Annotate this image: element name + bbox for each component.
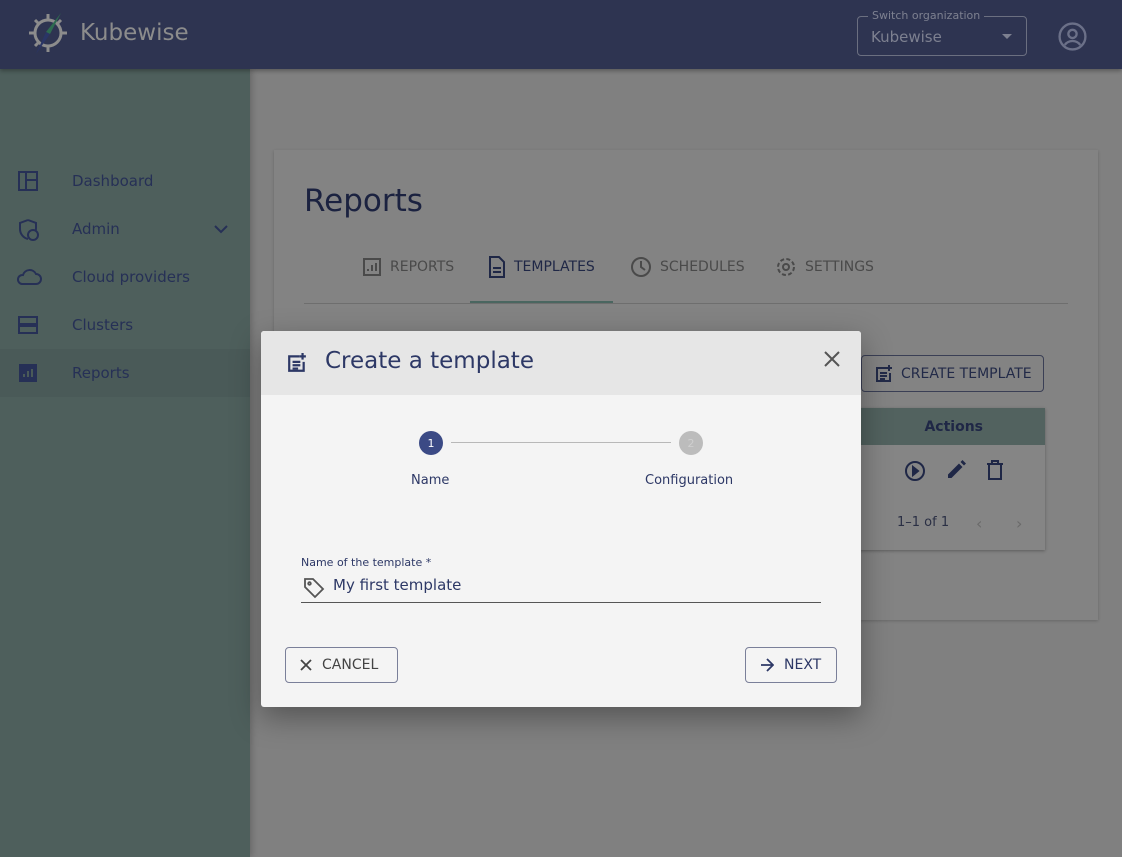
sidebar-item-clusters[interactable]: Clusters <box>0 301 250 349</box>
step-2-label: Configuration <box>645 473 734 488</box>
tab-settings[interactable]: SETTINGS <box>775 256 874 278</box>
note-add-icon <box>876 364 892 382</box>
column-header-actions: Actions <box>924 418 983 435</box>
template-name-label: Name of the template * <box>301 556 432 569</box>
sidebar-item-label: Cloud providers <box>72 268 190 286</box>
active-tab-indicator <box>470 301 613 303</box>
clock-icon <box>631 257 651 277</box>
page-title: Reports <box>304 183 423 219</box>
tab-schedules[interactable]: SCHEDULES <box>630 256 745 278</box>
sidebar-item-label: Dashboard <box>72 172 154 190</box>
sidebar-item-label: Admin <box>72 220 120 238</box>
compass-logo-icon <box>29 13 67 54</box>
trash-icon[interactable] <box>986 460 1004 480</box>
account-circle-icon[interactable] <box>1057 21 1088 52</box>
template-name-field <box>301 572 821 603</box>
sidebar: Dashboard Admin Cloud providers Clusters… <box>0 69 250 857</box>
next-page-icon[interactable]: › <box>1016 514 1022 533</box>
play-icon[interactable] <box>904 460 926 482</box>
tabs-divider <box>304 303 1068 304</box>
sidebar-item-label: Reports <box>72 364 130 382</box>
button-label: NEXT <box>784 657 822 673</box>
tag-icon <box>304 578 325 599</box>
step-1-label: Name <box>411 473 450 488</box>
button-label: CANCEL <box>322 657 379 673</box>
tab-reports[interactable]: REPORTS <box>362 256 454 278</box>
stepper-connector <box>451 442 671 443</box>
create-template-button[interactable]: CREATE TEMPLATE <box>861 355 1044 392</box>
dialog-title: Create a template <box>325 348 534 374</box>
sidebar-item-admin[interactable]: Admin <box>0 205 250 253</box>
chevron-down-icon[interactable] <box>214 224 228 234</box>
tab-label: TEMPLATES <box>514 259 595 275</box>
next-button[interactable]: NEXT <box>745 647 837 683</box>
organization-select[interactable]: Switch organization Kubewise <box>857 9 1027 56</box>
step-2-indicator: 2 <box>679 431 703 455</box>
tab-label: SCHEDULES <box>660 259 745 275</box>
admin-shield-icon <box>19 219 39 241</box>
organization-select-label: Switch organization <box>868 9 985 22</box>
sidebar-item-dashboard[interactable]: Dashboard <box>0 157 250 205</box>
cloud-icon <box>16 269 42 285</box>
arrow-right-icon <box>761 658 774 672</box>
caret-down-icon <box>1002 34 1012 44</box>
tab-templates[interactable]: TEMPLATES <box>488 256 595 278</box>
cancel-button[interactable]: CANCEL <box>285 647 398 683</box>
server-icon <box>18 316 38 334</box>
sidebar-item-reports[interactable]: Reports <box>0 349 250 397</box>
reports-icon <box>19 364 37 382</box>
create-template-dialog: Create a template 1 2 Name Configuration… <box>261 331 861 707</box>
tab-label: REPORTS <box>390 259 455 275</box>
document-icon <box>489 256 505 278</box>
tab-label: SETTINGS <box>805 259 874 275</box>
gear-icon <box>777 258 795 276</box>
sidebar-item-label: Clusters <box>72 316 134 334</box>
edit-pencil-icon[interactable] <box>946 460 966 480</box>
bar-chart-icon <box>363 258 381 276</box>
template-name-input[interactable] <box>333 576 813 594</box>
prev-page-icon[interactable]: ‹ <box>976 514 982 533</box>
close-icon <box>300 659 312 671</box>
sidebar-item-cloud-providers[interactable]: Cloud providers <box>0 253 250 301</box>
logo[interactable]: Kubewise <box>26 10 189 56</box>
dashboard-icon <box>18 171 38 191</box>
note-add-icon <box>288 353 306 372</box>
button-label: CREATE TEMPLATE <box>901 365 1032 382</box>
step-1-indicator: 1 <box>419 431 443 455</box>
close-icon[interactable] <box>824 351 840 367</box>
pagination-text: 1–1 of 1 <box>897 515 950 530</box>
organization-select-value: Kubewise <box>871 28 942 46</box>
app-header: Kubewise Switch organization Kubewise <box>0 0 1122 69</box>
brand-name: Kubewise <box>80 20 189 46</box>
